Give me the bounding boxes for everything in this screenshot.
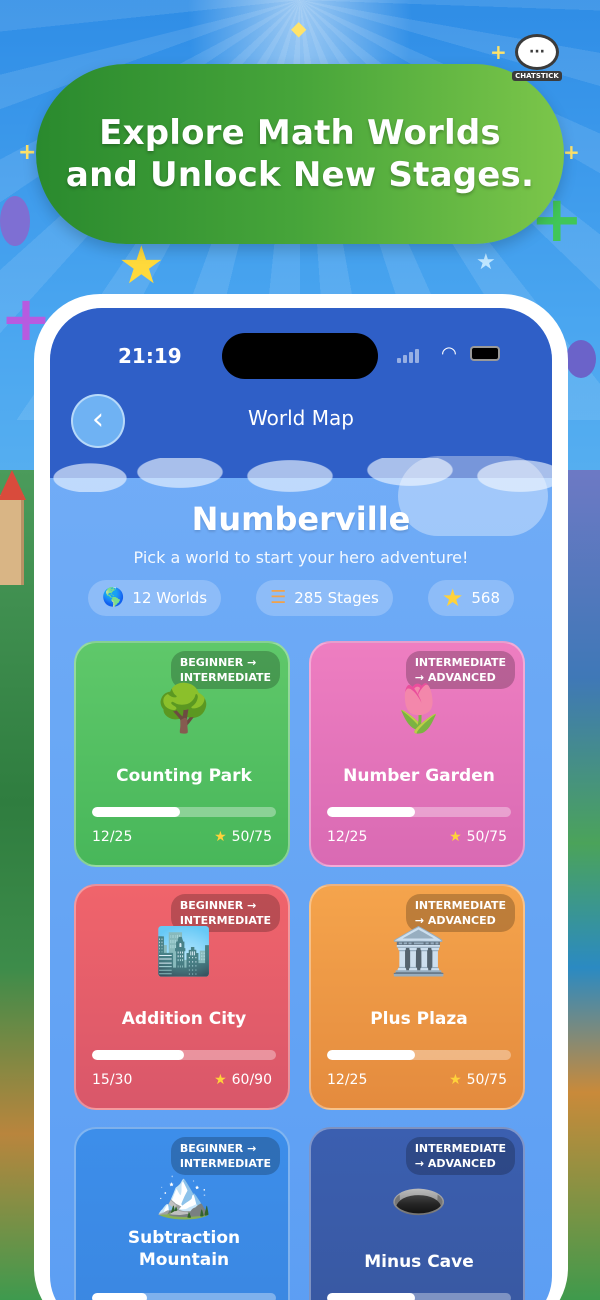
wifi-icon: ◠ xyxy=(442,343,456,364)
stages-count: 15/30 xyxy=(92,1072,133,1088)
difficulty-badge-line1: INTERMEDIATE xyxy=(414,656,506,669)
stars-value: 50/75 xyxy=(231,829,272,845)
world-card-subtraction-mountain[interactable]: BEGINNER → INTERMEDIATE 🏔️ Subtraction M… xyxy=(74,1127,290,1300)
stat-stages-label: 285 Stages xyxy=(294,589,379,607)
world-name: Subtraction Mountain xyxy=(76,1227,288,1271)
stages-count: 12/25 xyxy=(327,1072,368,1088)
star-icon: ★ xyxy=(449,829,462,845)
star-decoration: ★ xyxy=(476,250,496,275)
stat-worlds: 🌎 12 Worlds xyxy=(88,580,222,616)
stars-count: ★ 50/75 xyxy=(214,829,272,845)
plus-sign-decoration: + xyxy=(563,140,580,164)
difficulty-badge-line1: BEGINNER → xyxy=(179,656,257,669)
plus-sign-decoration: + xyxy=(18,140,37,165)
star-icon: ★ xyxy=(449,1072,462,1088)
star-icon: ★ xyxy=(214,829,227,845)
planet-decoration xyxy=(0,196,30,246)
banner-headline-line1: Explore Math Worlds xyxy=(99,113,501,153)
chat-bubble-icon: ··· xyxy=(515,34,559,70)
phone-screen: 21:19 ◠ ‹ World Map Numberville Pick a w… xyxy=(50,308,552,1300)
progress-bar xyxy=(327,807,511,817)
castle-tower xyxy=(0,495,24,585)
world-name: Plus Plaza xyxy=(370,1009,468,1029)
progress-fill xyxy=(92,807,181,817)
world-card-plus-plaza[interactable]: INTERMEDIATE → ADVANCED 🏛️ Plus Plaza 12… xyxy=(309,884,525,1110)
star-icon: ★ xyxy=(441,584,464,612)
signal-icon xyxy=(397,347,421,363)
star-decoration: ★ xyxy=(118,236,165,296)
progress-fill xyxy=(92,1293,148,1300)
world-name: Addition City xyxy=(121,1009,247,1029)
classical-building-icon: 🏛️ xyxy=(390,924,448,978)
list-icon: ☰ xyxy=(270,587,287,608)
stars-count: ★ 50/75 xyxy=(449,829,507,845)
progress-bar xyxy=(92,1293,276,1300)
page-title: Numberville xyxy=(191,500,411,538)
progress-bar xyxy=(92,807,276,817)
plus-sign-decoration: + xyxy=(490,40,507,64)
world-card-addition-city[interactable]: BEGINNER → INTERMEDIATE 🏙️ Addition City… xyxy=(74,884,290,1110)
progress-fill xyxy=(327,807,416,817)
difficulty-badge-line1: INTERMEDIATE xyxy=(414,1142,506,1155)
stat-worlds-label: 12 Worlds xyxy=(132,589,208,607)
stat-stars-label: 568 xyxy=(471,589,500,607)
progress-fill xyxy=(327,1293,416,1300)
progress-bar xyxy=(92,1050,276,1060)
stat-stages: ☰ 285 Stages xyxy=(256,580,393,616)
stars-count: ★ 50/75 xyxy=(449,1072,507,1088)
world-name: Minus Cave xyxy=(364,1252,474,1272)
dynamic-island xyxy=(222,333,378,379)
star-icon: ★ xyxy=(214,1072,227,1088)
castle-roof xyxy=(0,470,26,500)
world-card-number-garden[interactable]: INTERMEDIATE → ADVANCED 🌷 Number Garden … xyxy=(309,641,525,867)
difficulty-badge-line1: BEGINNER → xyxy=(179,1142,257,1155)
sparkle-decoration: ◆ xyxy=(291,16,307,40)
world-name: Number Garden xyxy=(343,766,495,786)
stars-value: 60/90 xyxy=(231,1072,272,1088)
stages-count: 12/25 xyxy=(92,829,133,845)
world-card-minus-cave[interactable]: INTERMEDIATE → ADVANCED 🕳️ Minus Cave xyxy=(309,1127,525,1300)
progress-fill xyxy=(92,1050,184,1060)
phone-frame: 21:19 ◠ ‹ World Map Numberville Pick a w… xyxy=(34,294,568,1300)
world-name-line1: Subtraction xyxy=(127,1228,241,1248)
status-time: 21:19 xyxy=(118,344,182,368)
stat-stars: ★ 568 xyxy=(427,580,514,616)
city-icon: 🏙️ xyxy=(155,924,213,978)
page-subtitle: Pick a world to start your hero adventur… xyxy=(133,548,469,567)
hole-icon: 🕳️ xyxy=(390,1167,448,1221)
difficulty-badge-line1: INTERMEDIATE xyxy=(414,899,506,912)
world-card-counting-park[interactable]: BEGINNER → INTERMEDIATE 🌳 Counting Park … xyxy=(74,641,290,867)
stars-count: ★ 60/90 xyxy=(214,1072,272,1088)
promo-banner: Explore Math Worlds and Unlock New Stage… xyxy=(36,64,564,244)
logo-wordmark: CHATSTICK xyxy=(512,71,562,81)
progress-fill xyxy=(327,1050,416,1060)
stages-count: 12/25 xyxy=(327,829,368,845)
nav-title: World Map xyxy=(248,406,354,430)
progress-bar xyxy=(327,1050,511,1060)
tulip-icon: 🌷 xyxy=(390,681,448,735)
stars-value: 50/75 xyxy=(466,829,507,845)
progress-bar xyxy=(327,1293,511,1300)
world-name: Counting Park xyxy=(116,766,252,786)
world-name-line2: Mountain xyxy=(138,1250,230,1270)
planet-decoration xyxy=(566,340,596,378)
tree-icon: 🌳 xyxy=(155,681,213,735)
battery-icon xyxy=(470,346,500,361)
globe-icon: 🌎 xyxy=(102,587,125,608)
banner-headline-line2: and Unlock New Stages. xyxy=(65,155,535,195)
difficulty-badge-line1: BEGINNER → xyxy=(179,899,257,912)
mountain-icon: 🏔️ xyxy=(155,1167,213,1221)
stars-value: 50/75 xyxy=(466,1072,507,1088)
app-logo: ··· CHATSTICK xyxy=(512,34,562,84)
stats-row: 🌎 12 Worlds ☰ 285 Stages ★ 568 xyxy=(88,580,514,616)
